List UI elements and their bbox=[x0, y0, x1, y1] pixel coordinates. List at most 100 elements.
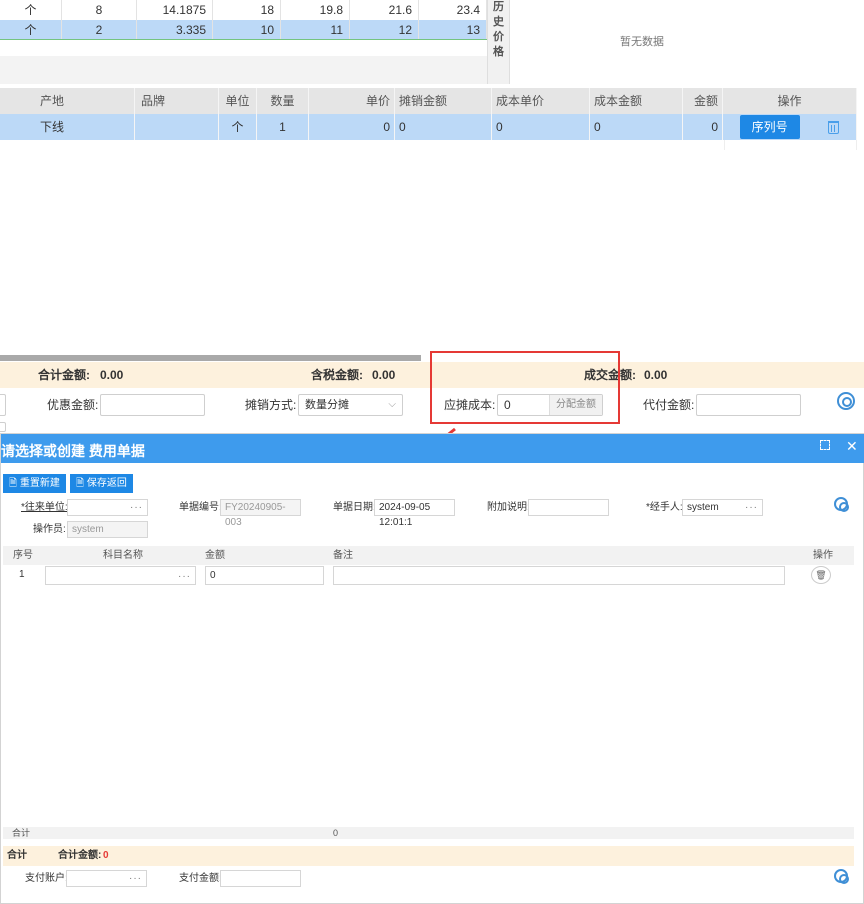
price-cell: 23.4 bbox=[419, 0, 487, 20]
col-origin: 产地 bbox=[0, 88, 135, 114]
price-cell: 18 bbox=[213, 0, 281, 20]
pay-amount-label: 支付金额: bbox=[179, 873, 222, 884]
detail-table-header: 产地 品牌 单位 数量 单价 摊销金额 成本单价 成本金额 金额 操作 bbox=[0, 88, 857, 114]
price-cell: 14.1875 bbox=[137, 0, 213, 20]
remark-input[interactable] bbox=[333, 566, 785, 585]
doc-icon: 🗎 bbox=[9, 478, 18, 489]
more-icon[interactable]: ··· bbox=[130, 500, 143, 515]
col-unit: 单位 bbox=[219, 88, 257, 114]
col-brand: 品牌 bbox=[135, 88, 219, 114]
col-ops: 操作 bbox=[723, 88, 857, 114]
price-cell: 12 bbox=[350, 20, 419, 39]
more-icon[interactable]: ··· bbox=[178, 567, 191, 586]
horizontal-scrollbar[interactable] bbox=[0, 355, 421, 361]
date-input[interactable]: 2024-09-05 12:01:1 bbox=[374, 499, 455, 528]
save-return-button[interactable]: 🗎 保存返回 bbox=[70, 474, 133, 493]
trash-icon[interactable]: 🗑 bbox=[811, 566, 831, 584]
gear-icon[interactable] bbox=[834, 869, 849, 884]
col-cost-price: 成本单价 bbox=[492, 88, 590, 114]
reset-new-button[interactable]: 🗎 重置新建 bbox=[3, 474, 66, 493]
history-label-char: 格 bbox=[493, 46, 504, 58]
amort-method-label: 摊销方式: bbox=[245, 398, 297, 412]
agent-pay-label: 代付金额: bbox=[643, 398, 695, 412]
left-cut-input[interactable] bbox=[0, 394, 6, 416]
amort-method-select[interactable]: 数量分摊 ⌵ bbox=[298, 394, 403, 416]
price-cell: 3.335 bbox=[137, 20, 213, 39]
pay-account-input[interactable]: ··· bbox=[66, 870, 147, 887]
price-table-row[interactable]: 个 8 14.1875 18 19.8 21.6 23.4 bbox=[0, 0, 487, 20]
grid-footer-amount: 0 bbox=[333, 828, 339, 838]
close-icon[interactable]: ✕ bbox=[846, 438, 858, 455]
cost-amount-cell: 0 bbox=[590, 114, 683, 140]
expense-grid-footer: 合计 0 bbox=[3, 827, 854, 839]
price-cell[interactable]: 0 bbox=[309, 114, 395, 140]
ops-cell: 序列号 bbox=[723, 114, 857, 140]
left-cut-input-2[interactable] bbox=[0, 422, 6, 432]
expense-grid-header: 序号 科目名称 金额 备注 操作 bbox=[3, 546, 854, 565]
price-table-empty-area bbox=[0, 56, 487, 84]
amount-input[interactable]: 0 bbox=[205, 566, 324, 585]
grid-footer-label: 合计 bbox=[12, 828, 31, 838]
history-label-char: 价 bbox=[493, 31, 504, 43]
seq-cell: 1 bbox=[19, 569, 25, 580]
col-cost-amount: 成本金额 bbox=[590, 88, 683, 114]
reset-new-label: 重置新建 bbox=[19, 478, 60, 489]
agent-pay-input[interactable] bbox=[696, 394, 801, 416]
price-table-row-selected[interactable]: 个 2 3.335 10 11 12 13 bbox=[0, 20, 487, 40]
pay-account-label: 支付账户: bbox=[25, 873, 68, 884]
no-data-text: 暂无数据 bbox=[620, 36, 664, 48]
col-seq: 序号 bbox=[13, 550, 33, 561]
partner-input[interactable]: ··· bbox=[67, 499, 148, 516]
expense-dialog: 请选择或创建 费用单据 ✕ 🗎 重置新建 🗎 保存返回 *往来单位: ··· 单… bbox=[0, 433, 864, 904]
dialog-title-bar: 请选择或创建 费用单据 ✕ bbox=[1, 434, 864, 463]
detail-table-row[interactable]: 下线 个 1 0 0 0 0 0 序列号 bbox=[0, 114, 857, 140]
history-label-char: 历 bbox=[493, 1, 504, 13]
origin-cell: 下线 bbox=[0, 114, 135, 140]
price-cell: 13 bbox=[419, 20, 487, 39]
amount-cell: 0 bbox=[683, 114, 723, 140]
more-icon[interactable]: ··· bbox=[129, 871, 142, 886]
brand-cell bbox=[135, 114, 219, 140]
amort-method-value: 数量分摊 bbox=[305, 399, 349, 411]
subject-input[interactable]: ··· bbox=[45, 566, 196, 585]
expense-grid-row[interactable]: 1 ··· 0 🗑 bbox=[3, 565, 854, 586]
handler-input[interactable]: system ··· bbox=[682, 499, 763, 516]
dialog-title: 请选择或创建 费用单据 bbox=[1, 443, 145, 459]
serial-number-button[interactable]: 序列号 bbox=[739, 115, 800, 139]
discount-input[interactable] bbox=[100, 394, 205, 416]
pay-amount-input[interactable] bbox=[220, 870, 301, 887]
history-label-char: 史 bbox=[493, 16, 504, 28]
more-icon[interactable]: ··· bbox=[745, 500, 758, 515]
col-amount: 金额 bbox=[205, 550, 225, 561]
operator-input: system bbox=[67, 521, 148, 538]
partner-label[interactable]: *往来单位: bbox=[21, 499, 68, 516]
unit-cell: 个 bbox=[0, 20, 62, 39]
amort-amount-cell: 0 bbox=[395, 114, 492, 140]
price-cell: 21.6 bbox=[350, 0, 419, 20]
ops-column-tail bbox=[724, 140, 857, 150]
col-qty: 数量 bbox=[257, 88, 309, 114]
handler-label: *经手人: bbox=[646, 502, 683, 513]
qty-cell[interactable]: 1 bbox=[257, 114, 309, 140]
dialog-sum-bar: 合计 合计金额: 0 bbox=[3, 846, 854, 866]
gear-icon[interactable] bbox=[834, 497, 849, 512]
tax-amount-value: 0.00 bbox=[372, 368, 396, 382]
total-amount-label: 合计金额: bbox=[38, 368, 90, 382]
col-price: 单价 bbox=[309, 88, 395, 114]
total-amount-value: 0.00 bbox=[100, 368, 124, 382]
gear-icon[interactable] bbox=[837, 392, 855, 410]
save-return-label: 保存返回 bbox=[86, 478, 127, 489]
highlight-box bbox=[430, 351, 620, 424]
deal-amount-value: 0.00 bbox=[644, 368, 668, 382]
cost-price-cell: 0 bbox=[492, 114, 590, 140]
unit-cell: 个 bbox=[219, 114, 257, 140]
col-ops: 操作 bbox=[813, 550, 833, 561]
handler-value: system bbox=[687, 502, 719, 513]
doc-icon: 🗎 bbox=[76, 478, 85, 489]
trash-icon[interactable] bbox=[828, 121, 840, 135]
history-price-label: 历 史 价 格 bbox=[487, 0, 510, 84]
docno-input: FY20240905-003 bbox=[220, 499, 301, 528]
sum-label: 合计 bbox=[7, 850, 27, 861]
note-input[interactable] bbox=[528, 499, 609, 516]
maximize-icon[interactable] bbox=[820, 440, 830, 450]
